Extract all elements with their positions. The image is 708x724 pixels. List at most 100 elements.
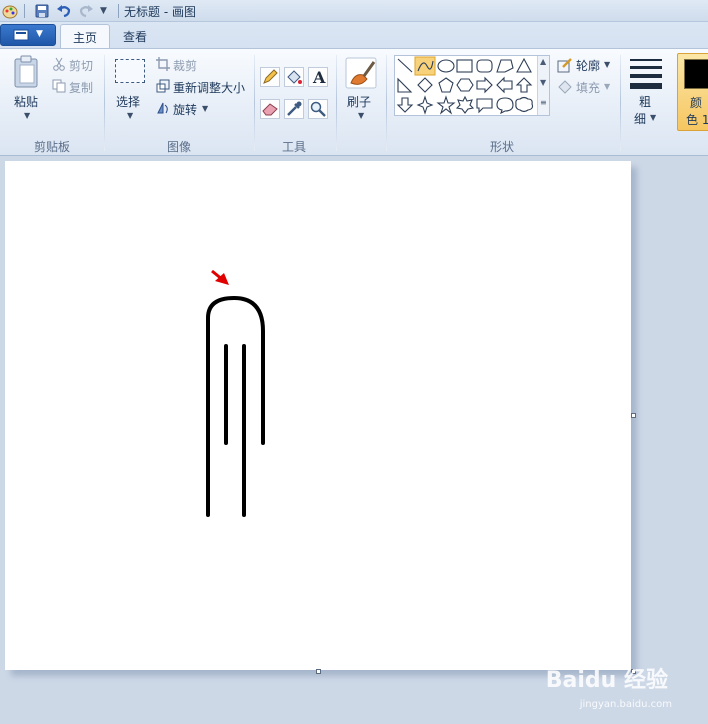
- triangle-shape-icon[interactable]: [516, 57, 532, 73]
- eraser-tool[interactable]: [260, 99, 280, 119]
- down-arrow-shape-icon[interactable]: [396, 97, 414, 113]
- cut-icon[interactable]: [52, 57, 66, 71]
- four-point-star-shape-icon[interactable]: [416, 95, 434, 115]
- color1-button[interactable]: 颜 色 1: [677, 53, 708, 131]
- select-chevron-icon[interactable]: ▼: [127, 111, 133, 120]
- copy-label[interactable]: 复制: [69, 79, 93, 96]
- color-picker-tool[interactable]: [284, 99, 304, 119]
- resize-handle-bottom[interactable]: [316, 669, 321, 674]
- select-icon[interactable]: [115, 59, 145, 83]
- size-label-line2[interactable]: 细: [634, 110, 646, 127]
- group-separator: [386, 55, 387, 151]
- qa-separator: [24, 4, 25, 18]
- size-icon[interactable]: [630, 59, 662, 89]
- size-label-line1[interactable]: 粗: [639, 93, 651, 110]
- tools-group-label: 工具: [282, 140, 307, 154]
- gallery-down-icon[interactable]: ▼: [540, 78, 546, 87]
- paste-icon[interactable]: [12, 55, 42, 89]
- right-triangle-shape-icon[interactable]: [397, 77, 413, 93]
- fill-icon[interactable]: [557, 79, 573, 95]
- eraser-icon: [262, 103, 278, 116]
- hexagon-shape-icon[interactable]: [456, 78, 474, 92]
- copy-icon[interactable]: [52, 79, 66, 93]
- outline-label[interactable]: 轮廓: [576, 57, 600, 74]
- left-arrow-shape-icon[interactable]: [496, 76, 513, 94]
- ribbon-tab-row: ▼ 主页 查看: [0, 22, 708, 48]
- text-tool[interactable]: A: [308, 67, 328, 87]
- magnifier-tool[interactable]: [308, 99, 328, 119]
- shapes-gallery-scroll[interactable]: ▲ ▼ ≡: [537, 56, 549, 115]
- eyedropper-icon: [287, 101, 302, 116]
- polygon-shape-icon[interactable]: [496, 59, 514, 73]
- crop-label[interactable]: 裁剪: [173, 57, 197, 74]
- tab-view[interactable]: 查看: [111, 24, 159, 48]
- fill-label[interactable]: 填充: [576, 79, 600, 96]
- cloud-callout-shape-icon[interactable]: [515, 96, 534, 113]
- fill-chevron-icon[interactable]: ▼: [604, 82, 610, 91]
- cut-label[interactable]: 剪切: [69, 57, 93, 74]
- red-arrow-annotation: [211, 269, 229, 285]
- paint-bucket-icon: [287, 70, 302, 84]
- oval-shape-icon[interactable]: [437, 59, 455, 73]
- redo-icon[interactable]: [78, 3, 94, 19]
- brushes-label[interactable]: 刷子: [347, 93, 371, 110]
- oval-callout-shape-icon[interactable]: [496, 97, 514, 115]
- crop-icon[interactable]: [156, 57, 170, 71]
- rotate-icon[interactable]: [156, 101, 170, 115]
- color1-swatch: [684, 59, 708, 89]
- line-shape-icon[interactable]: [397, 58, 413, 73]
- text-a-icon: A: [313, 68, 326, 87]
- diamond-shape-icon[interactable]: [417, 77, 433, 93]
- canvas-workspace: Baidu 经验 jingyan.baidu.com: [0, 156, 708, 724]
- rounded-callout-shape-icon[interactable]: [476, 98, 493, 114]
- paste-label[interactable]: 粘贴: [14, 93, 38, 110]
- group-separator: [104, 55, 105, 151]
- five-point-star-shape-icon[interactable]: [436, 95, 456, 115]
- title-separator: [118, 4, 119, 18]
- brush-icon[interactable]: [345, 57, 377, 89]
- rounded-rectangle-shape-icon[interactable]: [476, 59, 493, 73]
- fill-tool[interactable]: [284, 67, 304, 87]
- size-chevron-icon[interactable]: ▼: [650, 113, 656, 122]
- ribbon: 粘贴 ▼ 剪切 复制 剪贴板 选择 ▼ 裁剪 重新调整大小 旋转 ▼ 图像 A: [0, 48, 708, 156]
- right-arrow-shape-icon[interactable]: [476, 76, 493, 94]
- drawing-canvas[interactable]: [5, 161, 631, 670]
- window-title: 无标题 - 画图: [124, 5, 196, 19]
- outline-icon[interactable]: [557, 57, 573, 73]
- six-point-star-shape-icon[interactable]: [455, 95, 475, 114]
- save-icon[interactable]: [34, 3, 50, 19]
- outline-chevron-icon[interactable]: ▼: [604, 60, 610, 69]
- drawn-arch-stroke: [206, 295, 265, 517]
- baidu-watermark-url: jingyan.baidu.com: [579, 699, 672, 710]
- gallery-up-icon[interactable]: ▲: [540, 57, 546, 66]
- paint-app-icon[interactable]: [2, 3, 18, 19]
- resize-icon[interactable]: [156, 79, 170, 93]
- menu-icon: [13, 29, 29, 41]
- resize-label[interactable]: 重新调整大小: [173, 79, 245, 96]
- clipboard-group-label: 剪贴板: [34, 140, 71, 154]
- tab-home[interactable]: 主页: [60, 24, 111, 48]
- customize-qa-chevron-icon[interactable]: ▼: [100, 6, 107, 16]
- undo-icon[interactable]: [56, 3, 72, 19]
- image-group-label: 图像: [167, 140, 192, 154]
- group-separator: [254, 55, 255, 151]
- shapes-group-label: 形状: [490, 140, 515, 154]
- resize-handle-right[interactable]: [631, 413, 636, 418]
- paste-chevron-icon[interactable]: ▼: [24, 111, 30, 120]
- brushes-chevron-icon[interactable]: ▼: [358, 111, 364, 120]
- shapes-gallery-icons: [396, 56, 534, 115]
- gallery-expand-icon[interactable]: ≡: [540, 98, 547, 107]
- paint-menu-button[interactable]: ▼: [0, 24, 56, 46]
- pencil-tool[interactable]: [260, 67, 280, 87]
- up-arrow-shape-icon[interactable]: [515, 77, 533, 93]
- rectangle-shape-icon[interactable]: [456, 59, 473, 73]
- rotate-chevron-icon[interactable]: ▼: [202, 104, 208, 113]
- pentagon-shape-icon[interactable]: [438, 77, 454, 93]
- chevron-down-icon: ▼: [36, 29, 43, 39]
- group-separator: [336, 55, 337, 151]
- pencil-icon: [263, 69, 278, 84]
- rotate-label[interactable]: 旋转: [173, 101, 197, 118]
- select-label[interactable]: 选择: [116, 93, 140, 110]
- title-bar: ▼ 无标题 - 画图: [0, 0, 708, 22]
- drawing: [206, 269, 265, 517]
